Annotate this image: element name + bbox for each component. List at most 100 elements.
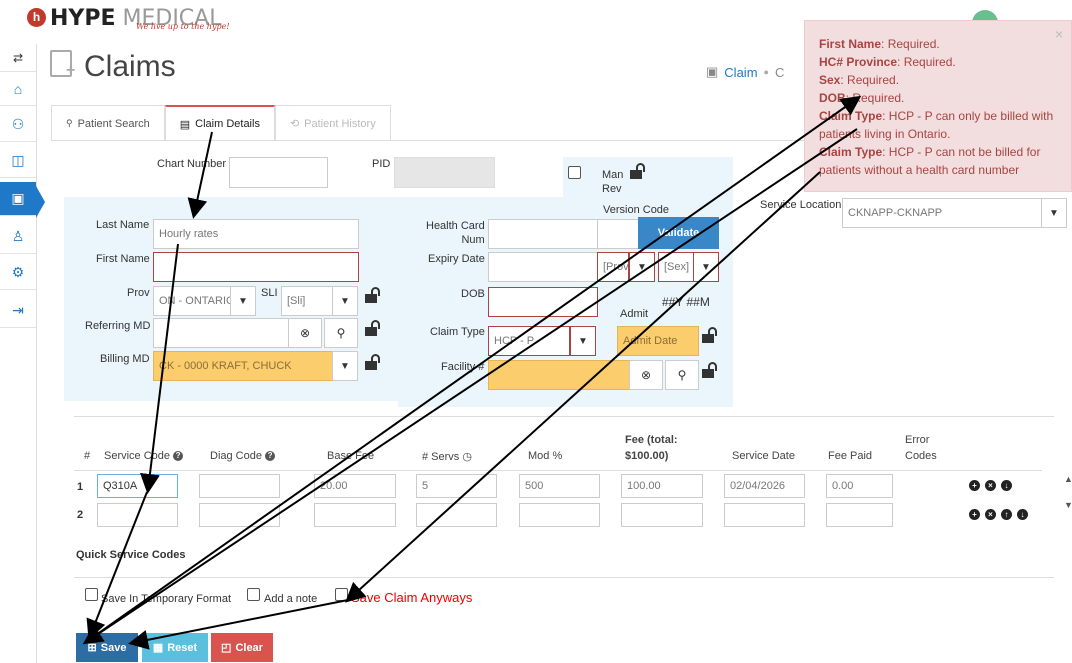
save-anyways-checkbox[interactable] bbox=[335, 588, 348, 601]
sidebar: ⇄ ⌂ ⚇ ◫ ▣ ♙ ⚙ ⇥ bbox=[0, 44, 37, 663]
breadcrumb-item-2[interactable]: C bbox=[775, 65, 784, 80]
users-icon[interactable]: ⚇ bbox=[0, 108, 36, 142]
chart-number-input[interactable] bbox=[229, 157, 328, 188]
move-down-icon[interactable]: ↓ bbox=[1017, 509, 1028, 520]
save-icon: ⊞ bbox=[87, 642, 97, 654]
briefcase-icon[interactable]: ▣ bbox=[0, 182, 36, 216]
scroll-down-icon[interactable]: ▼ bbox=[1064, 500, 1072, 510]
last-name-input[interactable]: Hourly rates bbox=[153, 219, 359, 249]
claim-type-select[interactable]: HCP - P bbox=[488, 326, 570, 356]
lock-open-icon[interactable] bbox=[365, 354, 381, 370]
col-mod: Mod % bbox=[528, 450, 563, 462]
book-icon[interactable]: ◫ bbox=[0, 144, 36, 178]
help-icon[interactable]: ? bbox=[265, 451, 276, 462]
col-servs-label: # Servs bbox=[422, 451, 460, 463]
fee-input[interactable]: 100.00 bbox=[621, 474, 703, 498]
chevron-down-icon[interactable]: ▼ bbox=[332, 351, 358, 381]
lock-open-icon[interactable] bbox=[365, 320, 381, 336]
active-indicator bbox=[36, 186, 45, 218]
chevron-down-icon[interactable]: ▼ bbox=[570, 326, 596, 356]
first-name-input[interactable] bbox=[153, 252, 359, 282]
lock-open-icon[interactable] bbox=[702, 327, 718, 343]
mod-input[interactable] bbox=[519, 503, 600, 527]
base-fee-input[interactable] bbox=[314, 503, 396, 527]
facility-label: Facility # bbox=[441, 361, 485, 373]
clear-button[interactable]: ◰ Clear bbox=[211, 633, 273, 662]
service-location-select[interactable]: CKNAPP-CKNAPP bbox=[842, 198, 1042, 228]
chevron-down-icon[interactable]: ▼ bbox=[693, 252, 719, 282]
alert-line: DOB: Required. bbox=[819, 91, 905, 105]
expiry-date-input[interactable] bbox=[488, 252, 598, 282]
col-fee-paid: Fee Paid bbox=[828, 450, 873, 462]
move-up-icon[interactable]: ↑ bbox=[1001, 509, 1012, 520]
validate-button[interactable]: Validate bbox=[638, 217, 719, 249]
home-icon[interactable]: ⌂ bbox=[0, 72, 36, 106]
service-date-input[interactable] bbox=[724, 503, 805, 527]
hc-province-select[interactable]: [Prov bbox=[597, 252, 629, 282]
fee-paid-input[interactable]: 0.00 bbox=[826, 474, 893, 498]
service-code-input[interactable] bbox=[97, 503, 178, 527]
tab-claim-details[interactable]: ▤ Claim Details bbox=[164, 105, 275, 141]
dob-input[interactable] bbox=[488, 287, 598, 317]
sidebar-toggle-icon[interactable]: ⇄ bbox=[0, 44, 36, 72]
dob-label: DOB bbox=[461, 288, 485, 300]
first-name-label: First Name bbox=[96, 253, 150, 265]
add-note-checkbox[interactable] bbox=[247, 588, 260, 601]
alert-line: Sex: Required. bbox=[819, 73, 900, 87]
temp-format-checkbox[interactable] bbox=[85, 588, 98, 601]
breadcrumb-claim[interactable]: Claim bbox=[724, 65, 757, 80]
chevron-down-icon[interactable]: ▼ bbox=[629, 252, 655, 282]
logout-icon[interactable]: ⇥ bbox=[0, 294, 36, 328]
prov-select[interactable]: ON - ONTARIO bbox=[153, 286, 231, 316]
man-rev-checkbox[interactable] bbox=[568, 166, 581, 179]
billing-md-select[interactable]: CK - 0000 KRAFT, CHUCK bbox=[153, 351, 333, 381]
remove-row-icon[interactable]: × bbox=[985, 509, 996, 520]
diag-code-input[interactable] bbox=[199, 474, 280, 498]
remove-row-icon[interactable]: × bbox=[985, 480, 996, 491]
clear-icon[interactable]: ⊗ bbox=[288, 318, 322, 348]
tab-patient-history[interactable]: ⟲ Patient History bbox=[274, 105, 391, 141]
chevron-down-icon[interactable]: ▼ bbox=[1041, 198, 1067, 228]
move-down-icon[interactable]: ↓ bbox=[1001, 480, 1012, 491]
fee-input[interactable] bbox=[621, 503, 703, 527]
add-row-icon[interactable]: + bbox=[969, 509, 980, 520]
diag-code-input[interactable] bbox=[199, 503, 280, 527]
user-admin-icon[interactable]: ♙ bbox=[0, 220, 36, 254]
admit-date-input[interactable]: Admit Date bbox=[617, 326, 699, 356]
scroll-up-icon[interactable]: ▲ bbox=[1064, 474, 1072, 484]
tab-patient-search[interactable]: ⚲ Patient Search bbox=[51, 105, 165, 141]
lock-open-icon[interactable] bbox=[630, 163, 646, 179]
billing-md-label: Billing MD bbox=[100, 353, 150, 365]
lock-open-icon[interactable] bbox=[365, 287, 381, 303]
divider bbox=[74, 416, 1054, 417]
service-code-input[interactable]: Q310A bbox=[97, 474, 178, 498]
mod-input[interactable]: 500 bbox=[519, 474, 600, 498]
search-icon[interactable]: ⚲ bbox=[665, 360, 699, 390]
help-icon[interactable]: ? bbox=[173, 451, 184, 462]
base-fee-input[interactable]: 20.00 bbox=[314, 474, 396, 498]
fee-paid-input[interactable] bbox=[826, 503, 893, 527]
chevron-down-icon[interactable]: ▼ bbox=[332, 286, 358, 316]
chevron-down-icon[interactable]: ▼ bbox=[230, 286, 256, 316]
close-icon[interactable]: × bbox=[1055, 26, 1063, 42]
servs-input[interactable]: 5 bbox=[416, 474, 497, 498]
col-diag-code: Diag Code ? bbox=[210, 450, 276, 462]
clear-icon[interactable]: ⊗ bbox=[629, 360, 663, 390]
search-icon[interactable]: ⚲ bbox=[324, 318, 358, 348]
servs-input[interactable] bbox=[416, 503, 497, 527]
version-code-input[interactable] bbox=[597, 219, 639, 249]
add-row-icon[interactable]: + bbox=[969, 480, 980, 491]
referring-md-input[interactable] bbox=[153, 318, 289, 348]
clear-icon: ◰ bbox=[221, 642, 232, 654]
alert-line: Claim Type: HCP - P can only be billed w… bbox=[819, 109, 1054, 141]
col-fee-2: $100.00) bbox=[625, 450, 669, 462]
health-card-input[interactable] bbox=[488, 219, 598, 249]
lock-open-icon[interactable] bbox=[702, 362, 718, 378]
save-button[interactable]: ⊞ Save bbox=[76, 633, 138, 662]
reset-button[interactable]: ▦ Reset bbox=[142, 633, 208, 662]
sex-select[interactable]: [Sex] bbox=[658, 252, 694, 282]
service-date-input[interactable]: 02/04/2026 bbox=[724, 474, 805, 498]
facility-input[interactable] bbox=[488, 360, 630, 390]
sli-select[interactable]: [Sli] bbox=[281, 286, 333, 316]
settings-icon[interactable]: ⚙ bbox=[0, 256, 36, 290]
